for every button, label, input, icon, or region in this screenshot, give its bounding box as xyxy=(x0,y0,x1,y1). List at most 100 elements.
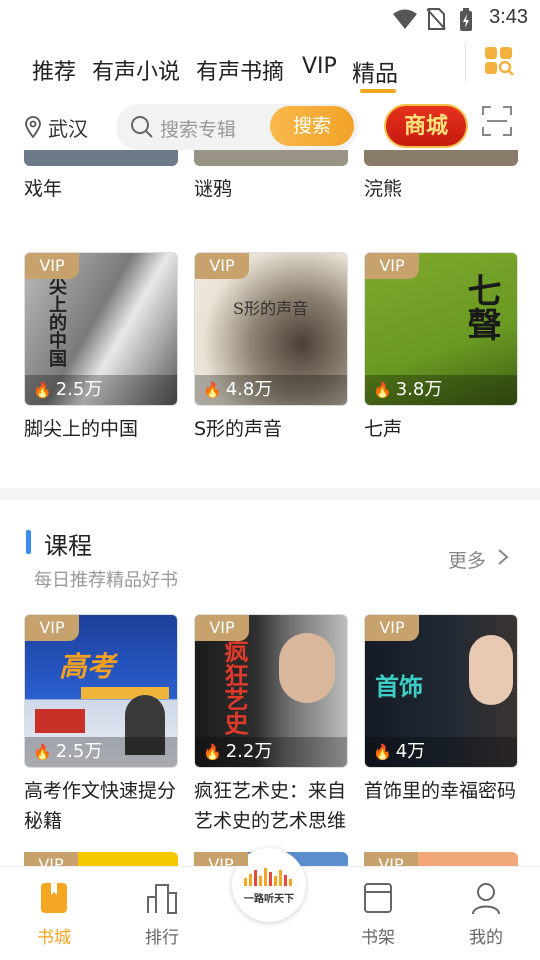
sound-wave-logo-icon xyxy=(244,868,292,886)
fire-icon: 🔥 xyxy=(373,381,392,399)
course-card[interactable]: 高考 VIP 🔥 2.5万 高考作文快速提分秘籍 xyxy=(24,614,178,844)
book-cover xyxy=(364,150,518,166)
nav-profile[interactable]: 我的 xyxy=(446,867,526,960)
play-count-value: 4万 xyxy=(395,741,426,762)
book-card[interactable]: S形的声音 VIP 🔥 4.8万 S形的声音 xyxy=(194,252,348,452)
user-icon xyxy=(472,883,500,915)
vip-badge: VIP xyxy=(195,253,249,279)
chevron-right-icon[interactable] xyxy=(496,548,510,571)
clock: 3:43 xyxy=(489,6,528,28)
tab-premium[interactable]: 精品 xyxy=(352,54,398,88)
vip-badge: VIP xyxy=(364,852,418,866)
course-card[interactable]: VIP xyxy=(364,852,518,866)
location-pin-icon xyxy=(25,116,41,138)
play-count-value: 4.8万 xyxy=(225,379,273,400)
center-logo-text: 一路听天下 xyxy=(244,894,294,905)
play-count: 🔥 2.5万 xyxy=(25,375,177,405)
book-title: S形的声音 xyxy=(194,418,283,440)
vip-badge: VIP xyxy=(195,615,249,641)
ranking-icon xyxy=(147,884,177,914)
cover-text: S形的声音 xyxy=(233,299,308,318)
bookstore-icon xyxy=(41,883,67,913)
book-card[interactable]: 尖上的中国 VIP 🔥 2.5万 脚尖上的中国 xyxy=(24,252,178,452)
scan-icon[interactable] xyxy=(482,106,512,136)
fire-icon: 🔥 xyxy=(203,381,222,399)
fire-icon: 🔥 xyxy=(203,743,222,761)
tab-divider xyxy=(465,42,466,82)
cover-text: 疯狂艺史 xyxy=(220,639,249,735)
nav-bookstore[interactable]: 书城 xyxy=(14,867,94,960)
nav-bookshelf[interactable]: 书架 xyxy=(338,867,418,960)
vip-badge: VIP xyxy=(25,615,79,641)
book-title: 脚尖上的中国 xyxy=(24,418,139,440)
vip-badge: VIP xyxy=(365,253,419,279)
book-title: 谜鸦 xyxy=(194,178,233,200)
course-card[interactable]: 疯狂艺史 VIP 🔥 2.2万 疯狂艺术史：来自艺术史的艺术思维 xyxy=(194,614,348,844)
play-count: 🔥 4.8万 xyxy=(195,375,347,405)
fire-icon: 🔥 xyxy=(373,743,392,761)
cover-person xyxy=(469,635,513,705)
more-link[interactable]: 更多 xyxy=(448,546,486,573)
course-card[interactable]: VIP xyxy=(24,852,178,866)
play-count: 🔥 2.2万 xyxy=(195,737,347,767)
search-button[interactable]: 搜索 xyxy=(270,106,354,146)
course-cover: 疯狂艺史 VIP 🔥 2.2万 xyxy=(194,614,348,768)
tab-audio-excerpts[interactable]: 有声书摘 xyxy=(196,54,284,86)
section-subtitle: 每日推荐精品好书 xyxy=(34,570,178,591)
book-card[interactable]: 浣熊 xyxy=(364,150,518,210)
fire-icon: 🔥 xyxy=(33,381,52,399)
no-sim-icon xyxy=(426,8,446,30)
course-card[interactable]: 首饰 VIP 🔥 4万 首饰里的幸福密码 xyxy=(364,614,518,844)
nav-ranking[interactable]: 排行 xyxy=(122,867,202,960)
tab-vip[interactable]: VIP xyxy=(302,54,337,79)
book-card[interactable]: 七聲 VIP 🔥 3.8万 七声 xyxy=(364,252,518,452)
category-grid-icon[interactable] xyxy=(484,46,514,76)
vip-badge: VIP xyxy=(365,615,419,641)
book-card[interactable]: 谜鸦 xyxy=(194,150,348,210)
section-accent-bar xyxy=(26,530,31,554)
status-bar: 3:43 xyxy=(0,0,540,36)
fire-icon: 🔥 xyxy=(33,743,52,761)
nav-label: 书城 xyxy=(37,928,71,948)
bookshelf-icon xyxy=(364,883,392,913)
cover-books xyxy=(35,709,85,733)
cover-text: 尖上的中国 xyxy=(46,277,67,367)
wifi-icon xyxy=(393,9,417,29)
tab-audio-novels[interactable]: 有声小说 xyxy=(92,54,180,86)
book-cover: 尖上的中国 VIP 🔥 2.5万 xyxy=(24,252,178,406)
cover-person xyxy=(279,633,335,703)
book-cover xyxy=(24,150,178,166)
course-title: 高考作文快速提分秘籍 xyxy=(24,780,177,832)
mall-button[interactable]: 商城 xyxy=(384,104,468,148)
book-card[interactable]: 戏年 xyxy=(24,150,178,210)
play-count: 🔥 4万 xyxy=(365,737,517,767)
course-title: 疯狂艺术史：来自艺术史的艺术思维 xyxy=(194,780,347,832)
active-tab-indicator xyxy=(360,89,396,93)
section-divider xyxy=(0,488,540,500)
search-placeholder: 搜索专辑 xyxy=(160,119,237,141)
play-count: 🔥 2.5万 xyxy=(25,737,177,767)
play-count-value: 2.2万 xyxy=(225,741,273,762)
play-count-value: 2.5万 xyxy=(55,741,103,762)
cover-text: 七聲 xyxy=(461,273,501,341)
nav-label: 排行 xyxy=(145,928,179,948)
course-cover: 高考 VIP 🔥 2.5万 xyxy=(24,614,178,768)
book-cover: S形的声音 VIP 🔥 4.8万 xyxy=(194,252,348,406)
book-title: 浣熊 xyxy=(364,178,403,200)
location-selector[interactable]: 武汉 xyxy=(24,114,88,141)
tab-recommend[interactable]: 推荐 xyxy=(32,54,76,86)
vip-badge: VIP xyxy=(194,852,248,866)
nav-label: 书架 xyxy=(361,928,395,948)
play-count: 🔥 3.8万 xyxy=(365,375,517,405)
vip-badge: VIP xyxy=(25,253,79,279)
play-count-value: 3.8万 xyxy=(395,379,443,400)
section-title: 课程 xyxy=(44,532,92,560)
book-cover xyxy=(194,150,348,166)
battery-icon xyxy=(460,8,472,31)
book-cover: 七聲 VIP 🔥 3.8万 xyxy=(364,252,518,406)
city-label: 武汉 xyxy=(48,116,88,141)
book-title: 七声 xyxy=(364,418,403,440)
vip-badge: VIP xyxy=(24,852,78,866)
book-title: 戏年 xyxy=(24,178,63,200)
cover-text: 高考 xyxy=(59,650,116,683)
